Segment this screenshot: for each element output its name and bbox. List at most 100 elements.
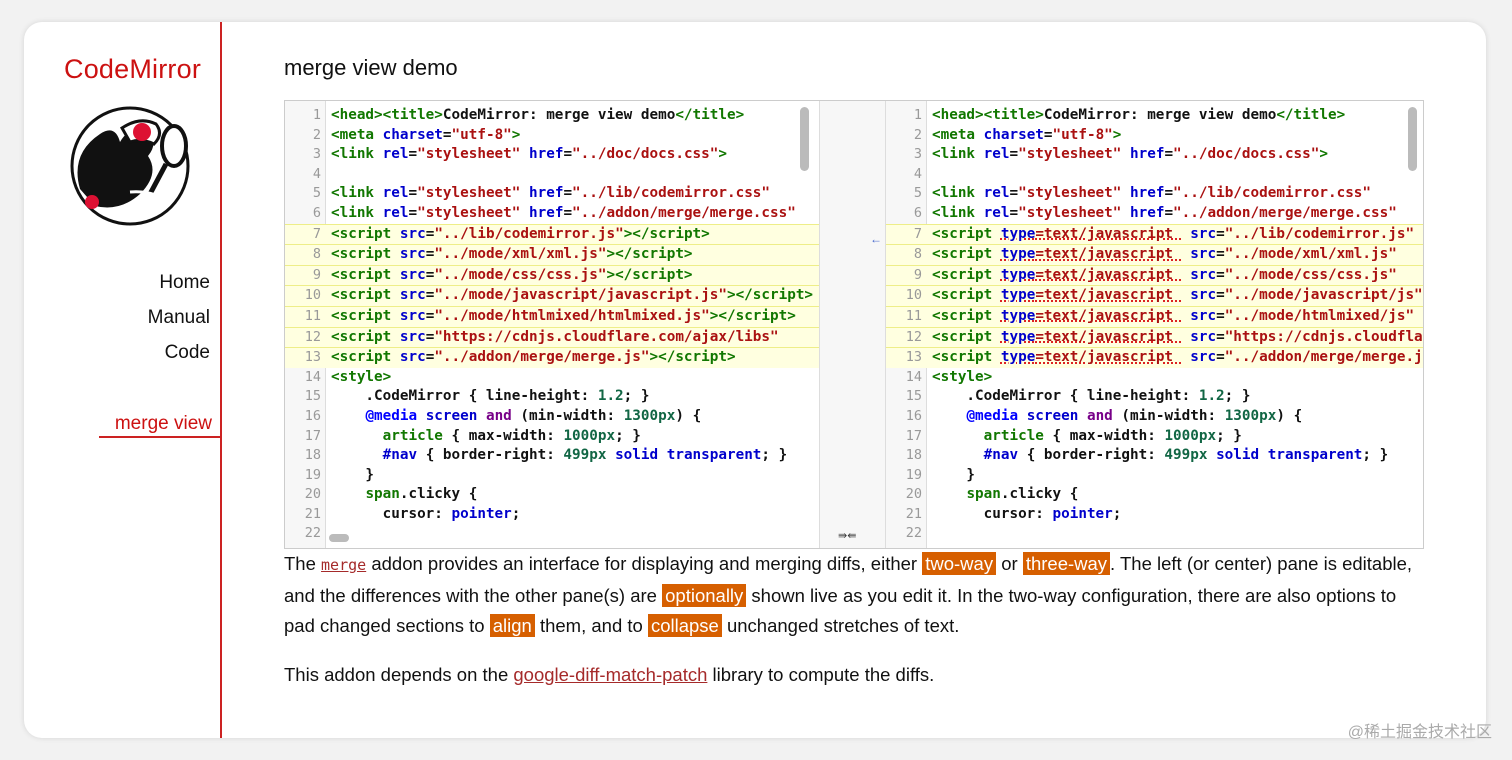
code-lines[interactable]: 1 <head><title>CodeMirror: merge view dem… — [886, 106, 1423, 544]
code-line[interactable]: 13 <script type=text/javascript src="../a… — [886, 347, 1423, 368]
code-text[interactable]: <script src="../mode/javascript/javascri… — [331, 287, 813, 303]
google-diff-match-patch-link[interactable]: google-diff-match-patch — [513, 664, 707, 685]
code-text[interactable]: <script type=text/javascript src="../mod… — [932, 246, 1397, 262]
code-line[interactable]: 1 <head><title>CodeMirror: merge view dem… — [285, 106, 819, 126]
code-line[interactable]: 7 <script src="../lib/codemirror.js"></sc… — [285, 223, 819, 245]
code-text[interactable]: #nav { border-right: 499px solid transpa… — [932, 447, 1389, 463]
code-line[interactable]: 15 .CodeMirror { line-height: 1.2; } — [285, 387, 819, 407]
code-line[interactable]: 13 <script src="../addon/merge/merge.js">… — [285, 347, 819, 368]
code-text[interactable]: <link rel="stylesheet" href="../addon/me… — [331, 205, 796, 221]
code-text[interactable]: span.clicky { — [932, 486, 1078, 502]
brand-logo-text[interactable]: CodeMirror — [64, 54, 201, 85]
code-line[interactable]: 16 @media screen and (min-width: 1300px)… — [285, 407, 819, 427]
code-text[interactable]: span.clicky { — [331, 486, 477, 502]
code-line[interactable]: 22 — [285, 524, 819, 544]
code-lines[interactable]: 1 <head><title>CodeMirror: merge view dem… — [285, 106, 819, 544]
code-text[interactable]: <meta charset="utf-8"> — [932, 127, 1121, 143]
code-line[interactable]: 8 <script src="../mode/xml/xml.js"></scri… — [285, 244, 819, 265]
code-line[interactable]: 16 @media screen and (min-width: 1300px)… — [886, 407, 1423, 427]
code-line[interactable]: 18 #nav { border-right: 499px solid tran… — [285, 446, 819, 466]
code-text[interactable]: <link rel="stylesheet" href="../lib/code… — [932, 185, 1371, 201]
code-line[interactable]: 21 cursor: pointer; — [886, 505, 1423, 525]
code-line[interactable]: 15 .CodeMirror { line-height: 1.2; } — [886, 387, 1423, 407]
code-text[interactable]: <style> — [331, 369, 391, 385]
code-line[interactable]: 14 <style> — [285, 368, 819, 388]
code-text[interactable]: } — [331, 467, 374, 483]
code-line[interactable]: 2 <meta charset="utf-8"> — [886, 126, 1423, 146]
horizontal-scrollbar[interactable] — [329, 534, 349, 542]
code-text[interactable]: <script type=text/javascript src="../lib… — [932, 226, 1414, 242]
merge-addon-link[interactable]: merge — [321, 556, 366, 574]
code-line[interactable]: 10 <script type=text/javascript src="../m… — [886, 285, 1423, 306]
code-text[interactable]: <script src="https://cdnjs.cloudflare.co… — [331, 329, 779, 345]
code-line[interactable]: 22 — [886, 524, 1423, 544]
code-line[interactable]: 18 #nav { border-right: 499px solid tran… — [886, 446, 1423, 466]
code-text[interactable]: <script src="../mode/xml/xml.js"></scrip… — [331, 246, 693, 262]
revert-arrow-icon[interactable]: ← — [870, 232, 882, 246]
code-text[interactable]: <script src="../addon/merge/merge.js"></… — [331, 349, 736, 365]
code-line[interactable]: 4 — [886, 165, 1423, 185]
code-line[interactable]: 4 — [285, 165, 819, 185]
code-text[interactable]: <script src="../mode/css/css.js"></scrip… — [331, 267, 693, 283]
code-line[interactable]: 21 cursor: pointer; — [285, 505, 819, 525]
code-text[interactable]: <script src="../lib/codemirror.js"></scr… — [331, 226, 710, 242]
vertical-scrollbar[interactable] — [1408, 107, 1417, 171]
code-line[interactable]: 12 <script src="https://cdnjs.cloudflare.… — [285, 326, 819, 348]
codemirror-logo-icon[interactable] — [60, 94, 210, 226]
nav-link-merge-view[interactable]: merge view — [115, 413, 212, 435]
code-text[interactable]: <link rel="stylesheet" href="../doc/docs… — [331, 146, 727, 162]
code-text[interactable]: @media screen and (min-width: 1300px) { — [331, 408, 701, 424]
nav-link-home[interactable]: Home — [159, 272, 210, 294]
vertical-scrollbar[interactable] — [800, 107, 809, 171]
code-line[interactable]: 19 } — [886, 466, 1423, 486]
code-text[interactable]: } — [932, 467, 975, 483]
code-line[interactable]: 20 span.clicky { — [285, 485, 819, 505]
code-text[interactable]: <link rel="stylesheet" href="../doc/docs… — [932, 146, 1328, 162]
code-text[interactable]: @media screen and (min-width: 1300px) { — [932, 408, 1302, 424]
nav-link-manual[interactable]: Manual — [148, 307, 210, 329]
code-line[interactable]: 6 <link rel="stylesheet" href="../addon/m… — [285, 204, 819, 224]
code-line[interactable]: 10 <script src="../mode/javascript/javasc… — [285, 285, 819, 306]
sync-scroll-icon[interactable]: ⇛⇚ — [838, 529, 856, 542]
code-line[interactable]: 14 <style> — [886, 368, 1423, 388]
code-text[interactable]: <link rel="stylesheet" href="../addon/me… — [932, 205, 1397, 221]
code-text[interactable]: #nav { border-right: 499px solid transpa… — [331, 447, 788, 463]
code-text[interactable]: <script type=text/javascript src="../mod… — [932, 267, 1397, 283]
code-line[interactable]: 19 } — [285, 466, 819, 486]
code-line[interactable]: 8 <script type=text/javascript src="../mo… — [886, 244, 1423, 265]
code-text[interactable]: <style> — [932, 369, 992, 385]
editor-pane-left[interactable]: 1 <head><title>CodeMirror: merge view dem… — [285, 101, 819, 548]
code-line[interactable]: 12 <script type=text/javascript src="http… — [886, 326, 1423, 348]
code-text[interactable]: <meta charset="utf-8"> — [331, 127, 520, 143]
code-line[interactable]: 20 span.clicky { — [886, 485, 1423, 505]
code-text[interactable]: <link rel="stylesheet" href="../lib/code… — [331, 185, 770, 201]
code-text[interactable]: article { max-width: 1000px; } — [932, 428, 1242, 444]
code-line[interactable]: 17 article { max-width: 1000px; } — [285, 427, 819, 447]
collapse-toggle[interactable]: collapse — [647, 614, 722, 637]
code-line[interactable]: 11 <script src="../mode/htmlmixed/htmlmix… — [285, 305, 819, 327]
code-line[interactable]: 3 <link rel="stylesheet" href="../doc/doc… — [886, 145, 1423, 165]
code-line[interactable]: 5 <link rel="stylesheet" href="../lib/cod… — [285, 184, 819, 204]
code-line[interactable]: 2 <meta charset="utf-8"> — [285, 126, 819, 146]
code-text[interactable]: <script type=text/javascript src="../mod… — [932, 308, 1414, 324]
code-text[interactable]: <script type=text/javascript src="../add… — [932, 349, 1423, 365]
code-line[interactable]: 1 <head><title>CodeMirror: merge view dem… — [886, 106, 1423, 126]
code-text[interactable]: <script type=text/javascript src="https:… — [932, 329, 1423, 345]
three-way-toggle[interactable]: three-way — [1022, 552, 1111, 575]
two-way-toggle[interactable]: two-way — [922, 552, 997, 575]
code-text[interactable]: <head><title>CodeMirror: merge view demo… — [932, 107, 1345, 123]
nav-link-code[interactable]: Code — [165, 342, 210, 364]
code-text[interactable]: <head><title>CodeMirror: merge view demo… — [331, 107, 744, 123]
code-line[interactable]: 17 article { max-width: 1000px; } — [886, 427, 1423, 447]
code-text[interactable]: .CodeMirror { line-height: 1.2; } — [331, 388, 649, 404]
code-line[interactable]: 11 <script type=text/javascript src="../m… — [886, 305, 1423, 327]
code-text[interactable]: .CodeMirror { line-height: 1.2; } — [932, 388, 1250, 404]
code-text[interactable]: article { max-width: 1000px; } — [331, 428, 641, 444]
code-line[interactable]: 7 <script type=text/javascript src="../li… — [886, 223, 1423, 245]
code-line[interactable]: 3 <link rel="stylesheet" href="../doc/doc… — [285, 145, 819, 165]
code-line[interactable]: 5 <link rel="stylesheet" href="../lib/cod… — [886, 184, 1423, 204]
editor-pane-right[interactable]: 1 <head><title>CodeMirror: merge view dem… — [886, 101, 1423, 548]
code-text[interactable]: <script type=text/javascript src="../mod… — [932, 287, 1423, 303]
code-line[interactable]: 9 <script type=text/javascript src="../mo… — [886, 264, 1423, 286]
code-line[interactable]: 9 <script src="../mode/css/css.js"></scri… — [285, 264, 819, 286]
